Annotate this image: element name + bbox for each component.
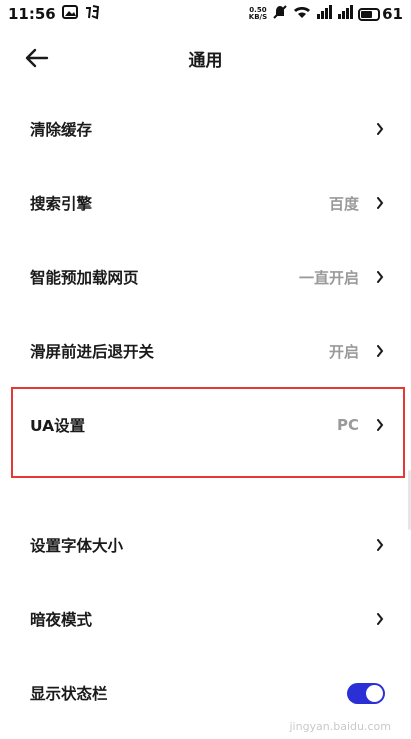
setting-row-search-engine[interactable]: 搜索引擎 百度 (0, 166, 411, 240)
chevron-right-icon (375, 344, 385, 358)
wifi-icon (293, 5, 311, 23)
image-notification-icon (61, 5, 78, 23)
back-button[interactable] (22, 44, 52, 72)
chevron-right-icon (375, 538, 385, 552)
signal-icon (316, 5, 333, 23)
chevron-right-icon (375, 196, 385, 210)
setting-label: 智能预加载网页 (30, 269, 139, 287)
setting-row-swipe-navigation[interactable]: 滑屏前进后退开关 开启 (0, 314, 411, 388)
setting-value: PC (336, 416, 359, 434)
chevron-right-icon (375, 122, 385, 136)
chevron-right-icon (375, 612, 385, 626)
setting-label: 搜索引擎 (30, 195, 93, 213)
page-title: 通用 (188, 50, 223, 71)
setting-row-smart-preload[interactable]: 智能预加载网页 一直开启 (0, 240, 411, 314)
setting-row-clear-cache[interactable]: 清除缓存 (0, 92, 411, 166)
status-time: 11:56 (8, 5, 56, 23)
setting-row-night-mode[interactable]: 暗夜模式 (0, 582, 411, 656)
setting-label: 设置字体大小 (30, 537, 124, 555)
setting-label: 滑屏前进后退开关 (30, 343, 155, 361)
setting-row-show-status-bar[interactable]: 显示状态栏 (0, 656, 411, 730)
battery-icon: 61 (358, 5, 403, 23)
arrow-left-icon (25, 48, 49, 68)
network-speed: 0.50 KB/S (248, 6, 268, 21)
setting-value: 一直开启 (298, 268, 359, 287)
chevron-right-icon (375, 270, 385, 284)
chevron-right-icon (375, 418, 385, 432)
battery-level: 61 (382, 5, 403, 23)
setting-value: 百度 (328, 194, 359, 213)
setting-label: 显示状态栏 (30, 685, 108, 703)
taobao-notification-icon (84, 4, 100, 24)
signal-4g-icon (337, 5, 354, 23)
setting-row-font-size[interactable]: 设置字体大小 (0, 508, 411, 582)
setting-label: UA设置 (30, 417, 86, 435)
setting-row-ua[interactable]: UA设置 PC (0, 388, 411, 462)
status-bar-toggle[interactable] (347, 682, 385, 704)
setting-value: 开启 (328, 342, 359, 361)
status-bar: 11:56 0.50 KB/S 61 (0, 0, 411, 28)
mute-icon (272, 4, 288, 24)
setting-label: 清除缓存 (30, 121, 93, 139)
setting-label: 暗夜模式 (30, 611, 93, 629)
toggle-knob (366, 684, 383, 702)
watermark: jingyan.baidu.com (289, 720, 391, 733)
app-header: 通用 (0, 36, 411, 80)
